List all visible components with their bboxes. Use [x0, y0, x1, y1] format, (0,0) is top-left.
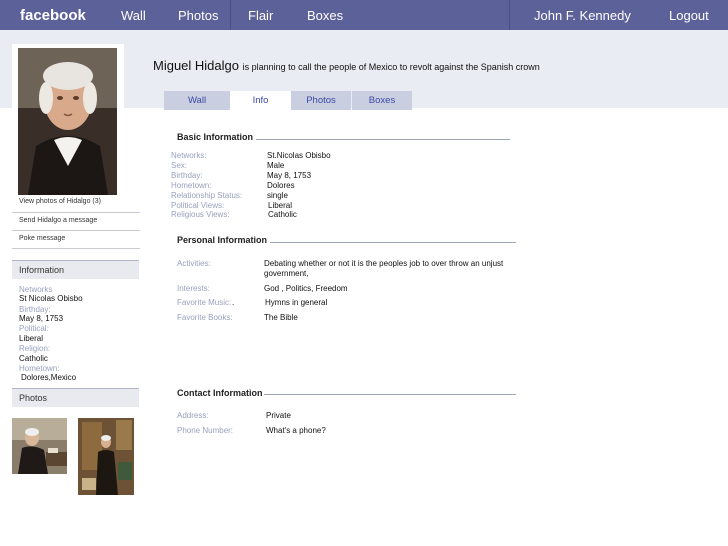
sidebar-political-label: Political:	[19, 324, 49, 333]
sex-value: Male	[267, 161, 285, 170]
nav-flair[interactable]: Flair	[248, 8, 273, 23]
sidebar-hometown-label: Hometown:	[19, 364, 60, 373]
poke-link[interactable]: Poke message	[19, 235, 147, 242]
phone-label: Phone Number:	[177, 426, 234, 435]
nav-divider	[230, 0, 231, 30]
send-message-link[interactable]: Send Hidalgo a message	[19, 217, 147, 224]
top-nav-bar: facebook Wall Photos Flair Boxes John F.…	[0, 0, 728, 30]
contact-info-heading: Contact Information	[177, 388, 263, 398]
networks-label: Networks:	[171, 151, 207, 160]
activities-label: Activities:	[177, 259, 211, 268]
facebook-logo[interactable]: facebook	[20, 7, 86, 24]
portrait-illustration	[18, 48, 117, 195]
sidebar-divider	[12, 212, 140, 213]
tab-wall[interactable]: Wall	[164, 91, 230, 110]
birthday-label: Birthday:	[171, 171, 203, 180]
profile-status: is planning to call the people of Mexico…	[242, 62, 540, 72]
political-views-value[interactable]: Liberal	[268, 201, 292, 210]
sidebar-divider	[12, 230, 140, 231]
favorite-music-label: Favorite Music:	[177, 298, 232, 307]
sidebar-hometown-value[interactable]: Dolores,Mexico	[21, 373, 76, 382]
profile-name[interactable]: Miguel Hidalgo	[153, 58, 239, 73]
nav-divider	[509, 0, 510, 30]
sidebar-religion-label: Religion:	[19, 344, 51, 353]
hometown-label: Hometown:	[171, 181, 212, 190]
hometown-value[interactable]: Dolores	[267, 181, 295, 190]
favorite-books-value[interactable]: The Bible	[264, 313, 298, 322]
nav-wall[interactable]: Wall	[121, 8, 146, 23]
sidebar-divider	[12, 248, 140, 249]
section-rule	[264, 394, 516, 395]
photo-thumbnail-image	[12, 418, 67, 474]
nav-logout[interactable]: Logout	[669, 8, 709, 23]
sex-label: Sex:	[171, 161, 188, 170]
political-views-label: Political Views:	[171, 201, 225, 210]
sidebar-photos-heading: Photos	[12, 388, 139, 407]
photo-thumbnail[interactable]	[78, 418, 134, 495]
birthday-value: May 8, 1753	[267, 171, 312, 180]
interests-value[interactable]: God , Politics, Freedom	[264, 284, 348, 293]
personal-info-heading: Personal Information	[177, 235, 268, 245]
sidebar-religion-value[interactable]: Catholic	[19, 354, 48, 363]
activities-value-line1: Debating whether or not it is the people…	[264, 259, 504, 268]
sidebar-birthday-label: Birthday:	[19, 305, 51, 314]
religious-views-label: Religious Views:	[171, 210, 230, 219]
networks-value[interactable]: St.Nicolas Obisbo	[267, 151, 331, 160]
sidebar-birthday-value: May 8, 1753	[19, 314, 64, 323]
nav-boxes[interactable]: Boxes	[307, 8, 343, 23]
profile-picture[interactable]	[18, 48, 117, 195]
favorite-music-value[interactable]: Hymns in general	[265, 298, 327, 307]
tab-boxes[interactable]: Boxes	[352, 91, 412, 110]
address-value: Private	[266, 411, 291, 420]
photo-thumbnail[interactable]	[12, 418, 67, 474]
section-rule	[270, 242, 516, 243]
activities-value-line2: government,	[264, 269, 309, 278]
favorite-music-dot: .	[232, 298, 235, 307]
tab-info[interactable]: Info	[230, 91, 291, 110]
favorite-books-label: Favorite Books:	[177, 313, 233, 322]
nav-photos[interactable]: Photos	[178, 8, 218, 23]
sidebar-information-heading: Information	[12, 260, 139, 279]
section-rule	[256, 139, 510, 140]
interests-label: Interests:	[177, 284, 210, 293]
sidebar-political-value[interactable]: Liberal	[19, 334, 43, 343]
sidebar-networks-value[interactable]: St Nicolas Obisbo	[19, 294, 83, 303]
view-photos-link[interactable]: View photos of Hidalgo (3)	[19, 198, 147, 205]
photo-thumbnail-image	[78, 418, 134, 495]
relationship-label: Relationship Status:	[171, 191, 243, 200]
phone-value: What's a phone?	[266, 426, 326, 435]
religious-views-value[interactable]: Catholic	[268, 210, 297, 219]
tab-photos[interactable]: Photos	[291, 91, 351, 110]
nav-user-name[interactable]: John F. Kennedy	[534, 8, 631, 23]
address-label: Address:	[177, 411, 209, 420]
sidebar-networks-label: Networks	[19, 285, 53, 294]
relationship-value: single	[267, 191, 288, 200]
basic-info-heading: Basic Information	[177, 132, 254, 142]
profile-headline: Miguel Hidalgo is planning to call the p…	[153, 58, 540, 73]
